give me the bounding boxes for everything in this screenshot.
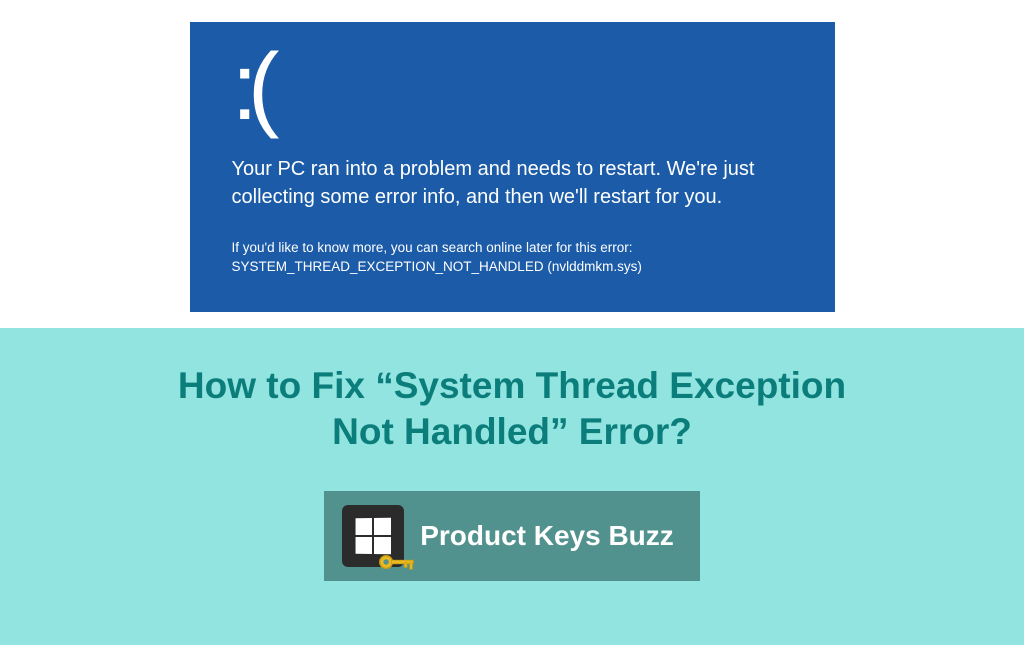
lower-section: How to Fix “System Thread Exception Not … [0,328,1024,645]
brand-name: Product Keys Buzz [420,520,674,552]
bsod-details-line1: If you'd like to know more, you can sear… [232,239,797,258]
windows-logo-squares [356,517,391,554]
article-title: How to Fix “System Thread Exception Not … [162,363,862,456]
brand-logo: Product Keys Buzz [324,491,700,581]
key-icon [378,552,416,572]
bsod-main-message: Your PC ran into a problem and needs to … [232,155,797,211]
windows-icon [342,505,404,567]
bsod-details-line2: SYSTEM_THREAD_EXCEPTION_NOT_HANDLED (nvl… [232,258,797,277]
bsod-details: If you'd like to know more, you can sear… [232,239,797,277]
sad-face-emoticon: :( [232,40,797,135]
bsod-screenshot: :( Your PC ran into a problem and needs … [190,22,835,312]
upper-section: :( Your PC ran into a problem and needs … [0,0,1024,328]
